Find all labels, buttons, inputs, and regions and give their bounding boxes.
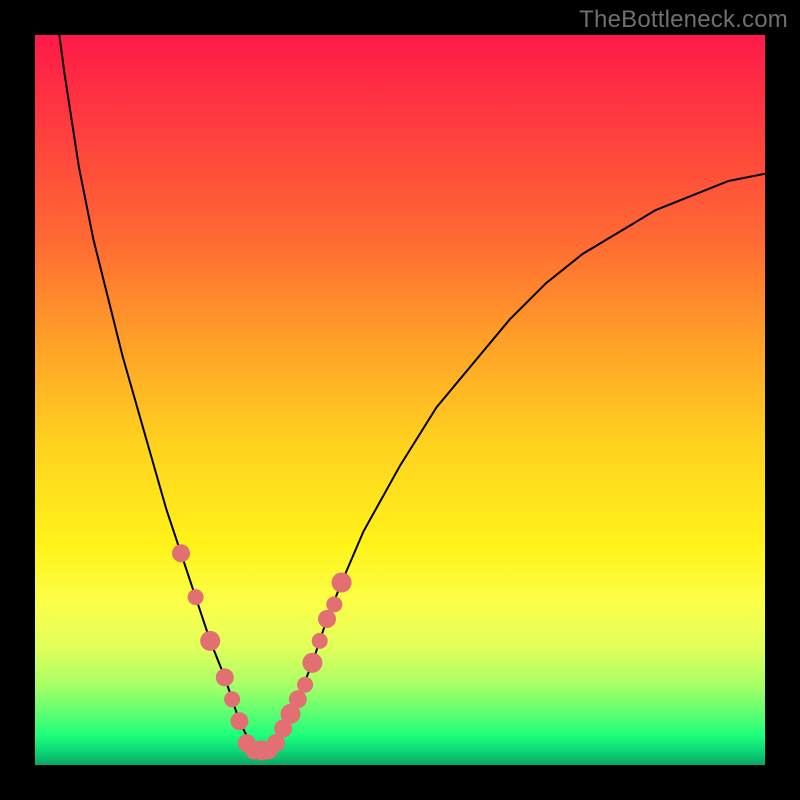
data-marker xyxy=(188,589,204,605)
data-marker xyxy=(200,631,220,651)
data-marker xyxy=(318,610,336,628)
data-marker xyxy=(216,668,234,686)
data-marker xyxy=(172,544,190,562)
data-marker xyxy=(326,596,342,612)
chart-canvas: TheBottleneck.com xyxy=(0,0,800,800)
plot-area xyxy=(35,35,765,765)
data-markers xyxy=(172,544,352,760)
watermark-text: TheBottleneck.com xyxy=(579,6,788,34)
data-marker xyxy=(332,573,352,593)
data-marker xyxy=(297,677,313,693)
curve-svg xyxy=(35,35,765,765)
data-marker xyxy=(224,691,240,707)
data-marker xyxy=(302,653,322,673)
data-marker xyxy=(312,633,328,649)
data-marker xyxy=(289,690,307,708)
data-marker xyxy=(230,712,248,730)
bottleneck-curve xyxy=(35,0,765,750)
